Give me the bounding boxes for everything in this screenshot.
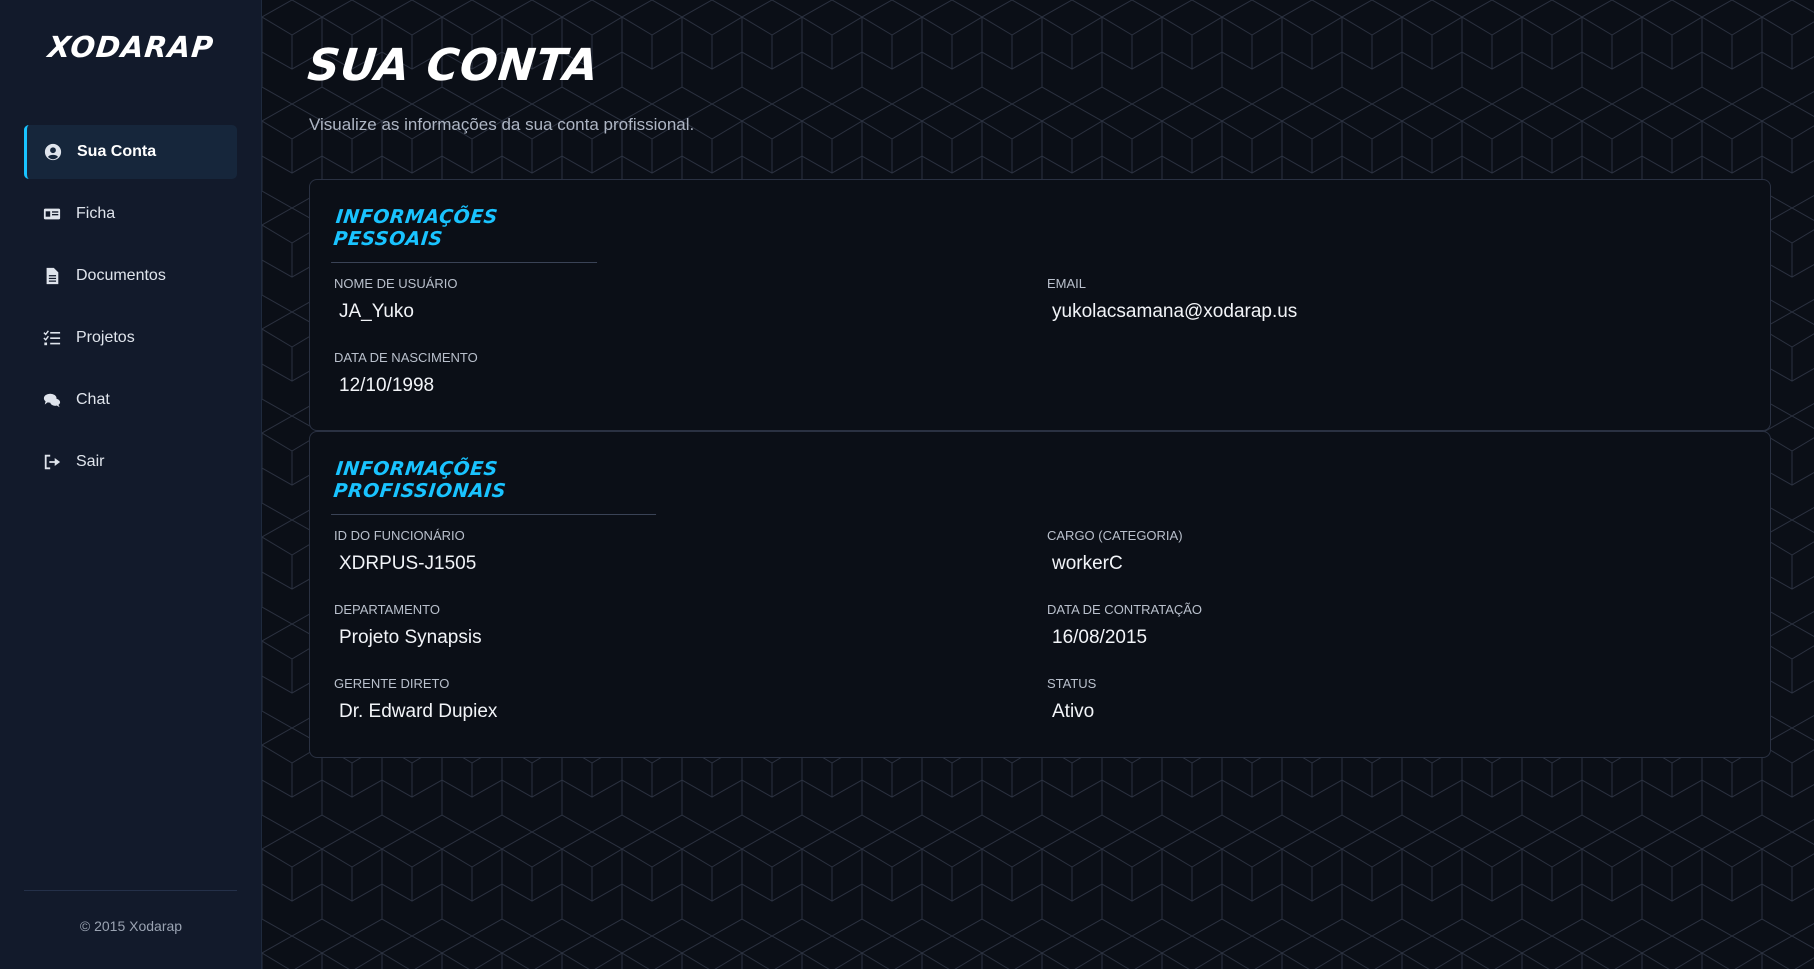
status-field: STATUS Ativo: [1047, 676, 1096, 723]
sidebar-item-chat[interactable]: Chat: [24, 373, 237, 427]
sidebar-item-label: Documentos: [76, 267, 166, 284]
manager-value: Dr. Edward Dupiex: [339, 701, 498, 722]
status-label: STATUS: [1047, 676, 1097, 691]
username-value: JA_Yuko: [339, 301, 414, 322]
role-field: CARGO (CATEGORIA) workerC: [1047, 528, 1183, 575]
manager-label: GERENTE DIRETO: [334, 676, 450, 691]
role-label: CARGO (CATEGORIA): [1047, 528, 1183, 543]
department-field: DEPARTAMENTO Projeto Synapsis: [334, 602, 482, 649]
sidebar-item-label: Sair: [76, 453, 105, 470]
employee-id-label: ID DO FUNCIONÁRIO: [334, 528, 465, 543]
sidebar-item-label: Projetos: [76, 329, 135, 346]
birth-date-field: DATA DE NASCIMENTO 12/10/1998: [334, 350, 478, 397]
department-value: Projeto Synapsis: [339, 627, 482, 648]
status-value: Ativo: [1052, 701, 1095, 722]
sidebar-nav: Sua Conta Ficha Documentos Projetos Chat: [24, 125, 237, 497]
user-circle-icon: [43, 142, 63, 162]
employee-id-field: ID DO FUNCIONÁRIO XDRPUS-J1505: [334, 528, 476, 575]
hire-date-value: 16/08/2015: [1052, 627, 1148, 648]
username-field: NOME DE USUÁRIO JA_Yuko: [334, 276, 458, 323]
hire-date-field: DATA DE CONTRATAÇÃO 16/08/2015: [1047, 602, 1202, 649]
sidebar-item-sua-conta[interactable]: Sua Conta: [24, 125, 237, 179]
sidebar-item-label: Ficha: [76, 205, 116, 222]
logout-icon: [42, 452, 62, 472]
sidebar-item-label: Sua Conta: [77, 143, 157, 160]
document-icon: [42, 266, 62, 286]
page-subtitle: Visualize as informações da sua conta pr…: [309, 115, 695, 134]
task-list-icon: [42, 328, 62, 348]
sidebar-divider: [24, 890, 237, 891]
username-label: NOME DE USUÁRIO: [334, 276, 458, 291]
copyright: © 2015 Xodarap: [79, 918, 183, 934]
page-title: SUA CONTA: [305, 40, 602, 91]
sidebar-item-projetos[interactable]: Projetos: [24, 311, 237, 365]
employee-id-value: XDRPUS-J1505: [339, 553, 477, 574]
personal-info-title: INFORMAÇÕES PESSOAIS: [331, 206, 603, 263]
personal-info-card: INFORMAÇÕES PESSOAIS NOME DE USUÁRIO JA_…: [309, 179, 1771, 431]
hire-date-label: DATA DE CONTRATAÇÃO: [1047, 602, 1203, 617]
email-field: EMAIL yukolacsamana@xodarap.us: [1047, 276, 1297, 323]
birth-date-value: 12/10/1998: [339, 375, 435, 396]
manager-field: GERENTE DIRETO Dr. Edward Dupiex: [334, 676, 497, 723]
professional-info-title: INFORMAÇÕES PROFISSIONAIS: [331, 458, 662, 515]
id-card-icon: [42, 204, 62, 224]
email-value: yukolacsamana@xodarap.us: [1052, 301, 1298, 322]
logo[interactable]: XODARAP: [0, 30, 264, 64]
sidebar: XODARAP Sua Conta Ficha Documentos Proje…: [0, 0, 262, 969]
birth-date-label: DATA DE NASCIMENTO: [334, 350, 478, 365]
chat-bubbles-icon: [42, 390, 62, 410]
department-label: DEPARTAMENTO: [334, 602, 440, 617]
email-label: EMAIL: [1047, 276, 1087, 291]
sidebar-item-ficha[interactable]: Ficha: [24, 187, 237, 241]
sidebar-item-documentos[interactable]: Documentos: [24, 249, 237, 303]
role-value: workerC: [1052, 553, 1123, 574]
main-content: SUA CONTA Visualize as informações da su…: [262, 0, 1814, 969]
professional-info-card: INFORMAÇÕES PROFISSIONAIS ID DO FUNCIONÁ…: [309, 431, 1771, 758]
sidebar-item-sair[interactable]: Sair: [24, 435, 237, 489]
sidebar-item-label: Chat: [76, 391, 110, 408]
